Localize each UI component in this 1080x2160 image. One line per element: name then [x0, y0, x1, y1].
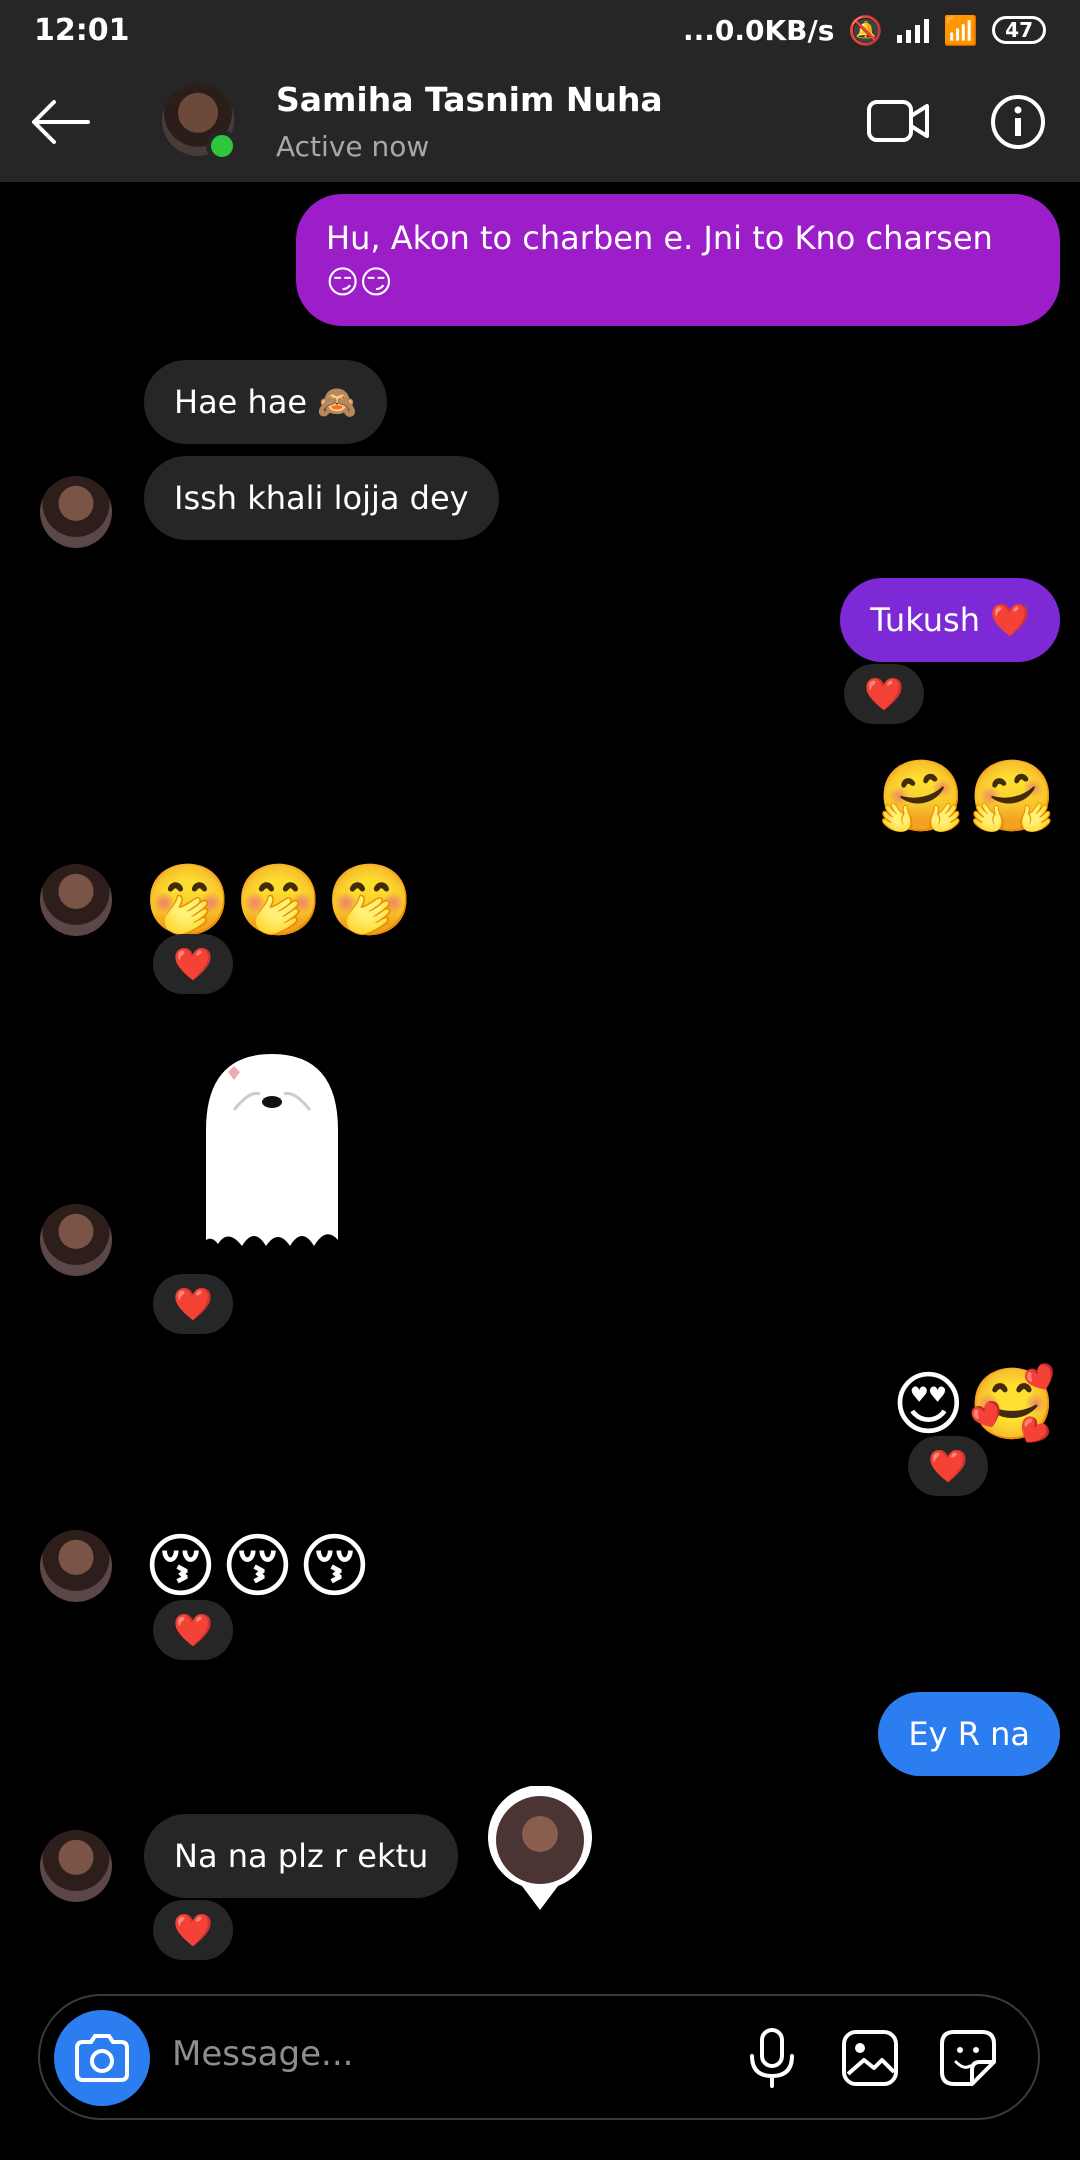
contact-status: Active now	[276, 130, 430, 163]
reaction-heart[interactable]: ❤️	[153, 934, 233, 994]
contact-name[interactable]: Samiha Tasnim Nuha	[276, 80, 663, 119]
incoming-message[interactable]: Issh khali lojja dey	[144, 456, 499, 540]
battery-icon: 47	[992, 16, 1046, 44]
outgoing-emoji-message[interactable]: 🤗🤗	[878, 756, 1060, 836]
contact-avatar-small[interactable]	[40, 476, 112, 548]
status-indicators: ...0.0KB/s 🔕 📶 47	[683, 14, 1046, 47]
back-arrow-icon[interactable]	[28, 98, 92, 146]
signal-icon	[897, 17, 930, 43]
reaction-heart[interactable]: ❤️	[153, 1900, 233, 1960]
outgoing-message[interactable]: Tukush ❤️	[840, 578, 1060, 662]
gallery-icon[interactable]	[838, 2026, 902, 2090]
contact-avatar-small[interactable]	[40, 1830, 112, 1902]
contact-avatar-small[interactable]	[40, 864, 112, 936]
outgoing-message[interactable]: Ey R na	[878, 1692, 1060, 1776]
seen-avatar-indicator	[488, 1786, 592, 1910]
incoming-emoji-message[interactable]: 🤭🤭🤭	[144, 860, 417, 940]
sticker-icon[interactable]	[936, 2026, 1000, 2090]
reaction-heart[interactable]: ❤️	[908, 1436, 988, 1496]
incoming-emoji-message[interactable]: 😚😚😚	[144, 1526, 375, 1606]
wifi-icon: 📶	[943, 13, 979, 47]
reaction-heart[interactable]: ❤️	[844, 664, 924, 724]
online-indicator	[206, 130, 238, 162]
outgoing-emoji-message[interactable]: 😍🥰	[892, 1364, 1060, 1444]
mute-icon: 🔕	[848, 13, 884, 47]
incoming-message[interactable]: Na na plz r ektu	[144, 1814, 459, 1898]
message-input[interactable]: Message...	[172, 2034, 353, 2074]
camera-icon	[75, 2034, 129, 2082]
network-speed: ...0.0KB/s	[682, 13, 835, 47]
reaction-heart[interactable]: ❤️	[153, 1274, 233, 1334]
status-bar: 12:01 ...0.0KB/s 🔕 📶 47	[0, 0, 1080, 60]
info-icon[interactable]	[990, 94, 1046, 150]
camera-button[interactable]	[54, 2010, 150, 2106]
message-composer: Message...	[38, 1994, 1040, 2120]
ghost-sticker[interactable]	[198, 1050, 346, 1250]
reaction-heart[interactable]: ❤️	[153, 1600, 233, 1660]
contact-avatar-small[interactable]	[40, 1204, 112, 1276]
status-time: 12:01	[34, 12, 130, 48]
outgoing-message[interactable]: Hu, Akon to charben e. Jni to Kno charse…	[296, 194, 1060, 326]
incoming-message[interactable]: Hae hae 🙈	[144, 360, 388, 444]
chat-header: Samiha Tasnim Nuha Active now	[0, 60, 1080, 182]
video-call-icon[interactable]	[866, 96, 930, 146]
microphone-icon[interactable]	[740, 2026, 804, 2090]
contact-avatar-small[interactable]	[40, 1530, 112, 1602]
